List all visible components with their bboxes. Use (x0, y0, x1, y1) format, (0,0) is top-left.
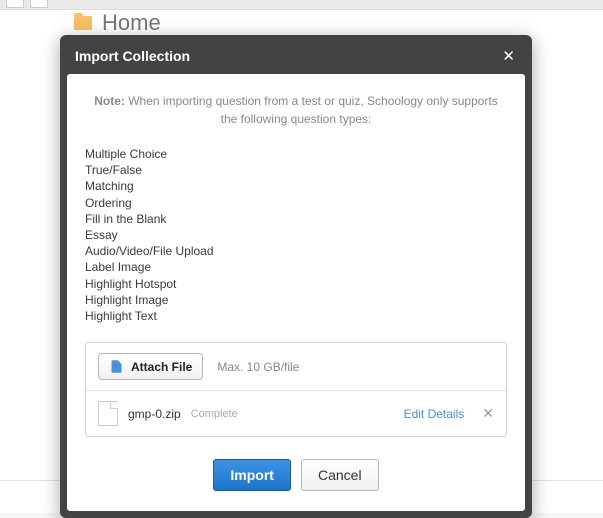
edit-details-link[interactable]: Edit Details (404, 407, 465, 421)
max-file-size: Max. 10 GB/file (217, 360, 299, 374)
file-icon (98, 401, 118, 426)
question-type-item: Multiple Choice (85, 146, 507, 162)
close-icon[interactable]: ✕ (502, 49, 515, 64)
note-text: Note: When importing question from a tes… (85, 92, 507, 128)
file-status: Complete (191, 408, 238, 420)
modal-title: Import Collection (75, 48, 190, 64)
file-name: gmp-0.zip (128, 407, 181, 421)
page-title: Home (102, 10, 161, 36)
cancel-button[interactable]: Cancel (301, 459, 379, 491)
attach-file-button[interactable]: Attach File (98, 353, 203, 380)
folder-icon (74, 16, 92, 30)
uploaded-file-row: gmp-0.zip Complete Edit Details ✕ (86, 391, 506, 436)
question-type-item: Highlight Text (85, 308, 507, 324)
remove-file-icon[interactable]: ✕ (482, 405, 494, 422)
question-type-item: Ordering (85, 195, 507, 211)
question-type-item: Audio/Video/File Upload (85, 243, 507, 259)
question-type-item: Label Image (85, 259, 507, 275)
attach-file-label: Attach File (131, 360, 192, 374)
question-type-item: Highlight Hotspot (85, 276, 507, 292)
attach-panel: Attach File Max. 10 GB/file gmp-0.zip Co… (85, 342, 507, 437)
question-type-item: True/False (85, 162, 507, 178)
import-collection-modal: Import Collection ✕ Note: When importing… (60, 35, 532, 518)
import-button[interactable]: Import (213, 459, 291, 491)
note-body: When importing question from a test or q… (128, 94, 498, 126)
top-toolbar (0, 0, 603, 10)
question-type-item: Highlight Image (85, 292, 507, 308)
question-type-item: Matching (85, 178, 507, 194)
question-type-item: Fill in the Blank (85, 211, 507, 227)
toolbar-square-1 (6, 0, 24, 8)
question-type-item: Essay (85, 227, 507, 243)
note-prefix: Note: (94, 94, 125, 108)
attach-icon (109, 359, 124, 374)
toolbar-square-2 (30, 0, 48, 8)
question-types-list: Multiple ChoiceTrue/FalseMatchingOrderin… (85, 146, 507, 324)
